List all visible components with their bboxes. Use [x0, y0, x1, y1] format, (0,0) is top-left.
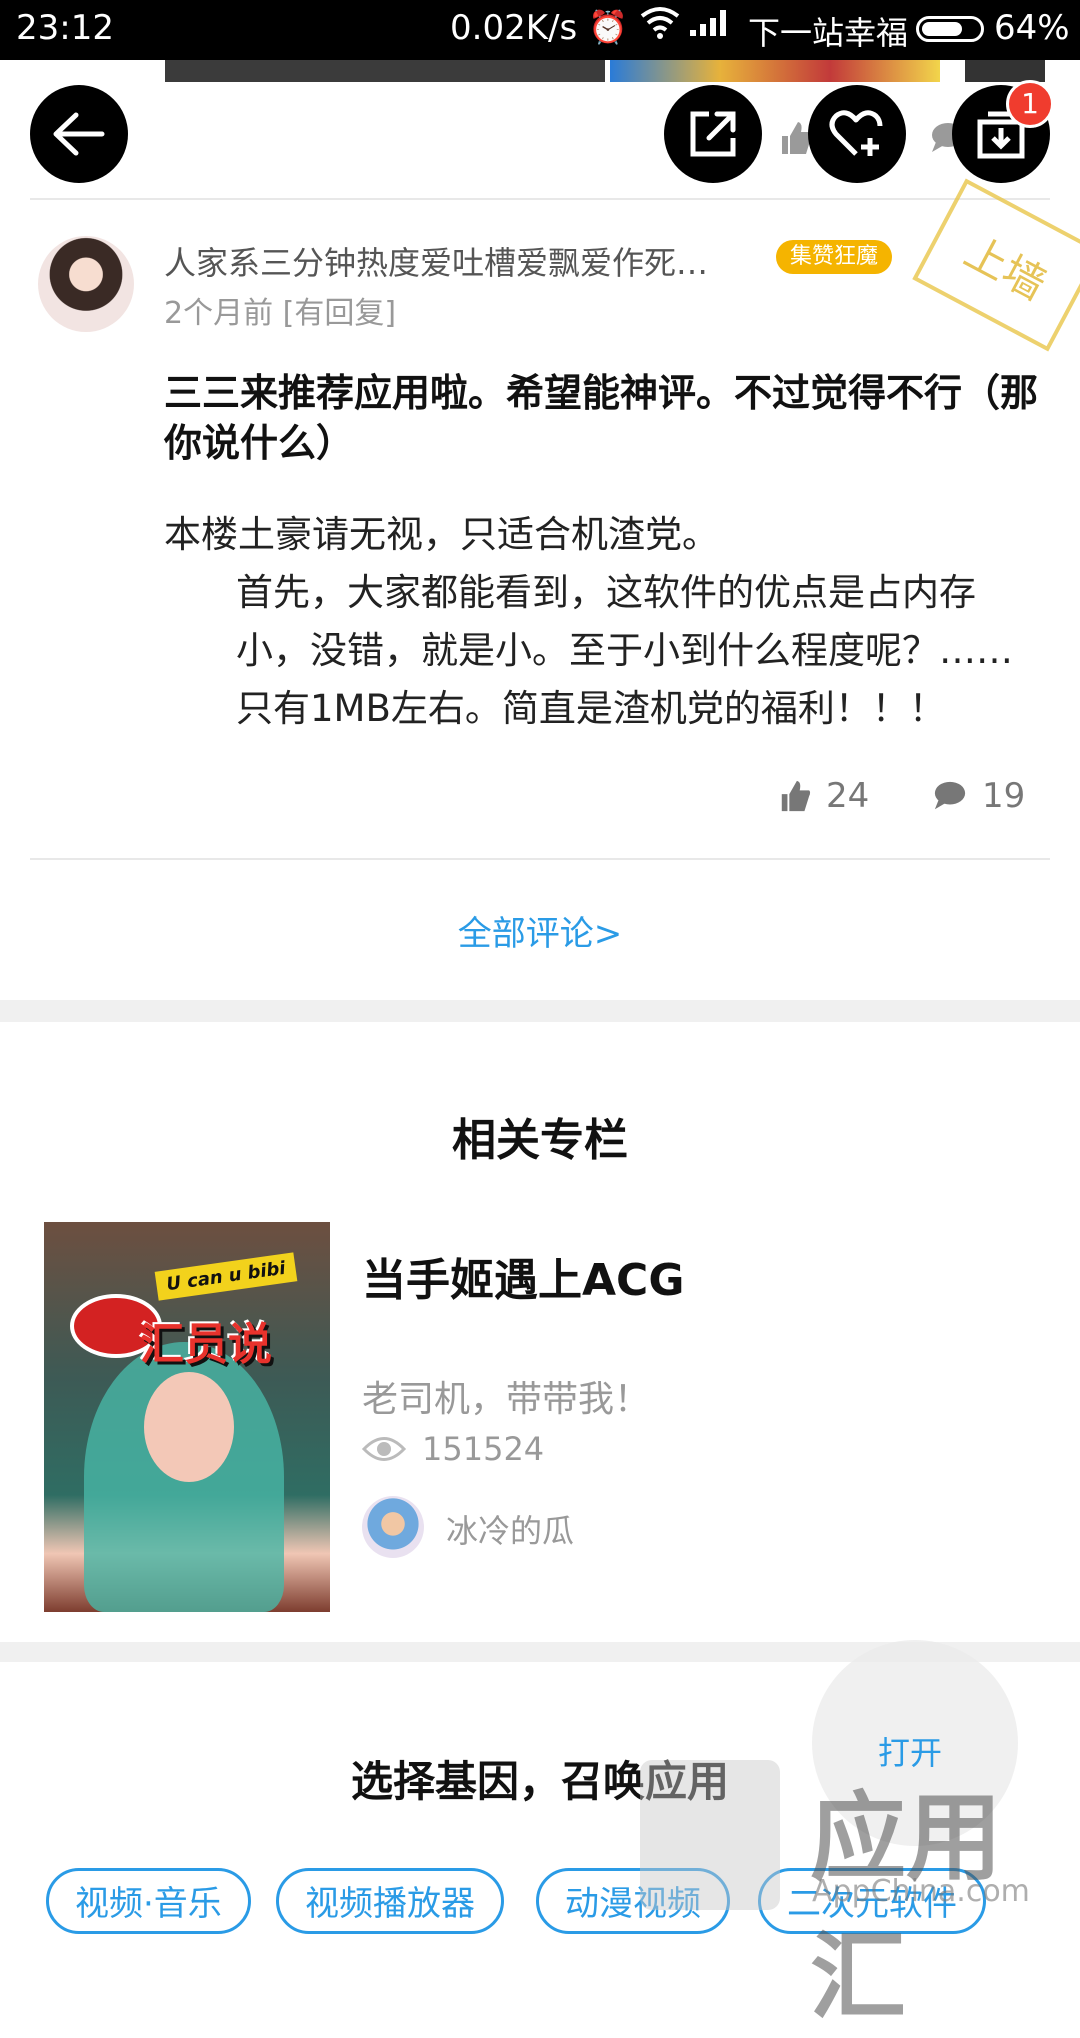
banner-image-right — [965, 60, 1045, 82]
cover-tag: U can u bibi — [154, 1252, 298, 1301]
column-title[interactable]: 当手姬遇上ACG — [362, 1244, 684, 1308]
eye-icon — [362, 1437, 406, 1461]
carrier-name: 下一站幸福 — [748, 14, 909, 52]
banner-image-left — [165, 60, 605, 82]
review-body: 本楼土豪请无视，只适合机渣党。 首先，大家都能看到，这软件的优点是占内存小，没错… — [164, 506, 1044, 738]
heart-plus-icon — [829, 110, 883, 156]
comment-icon — [934, 781, 966, 810]
wifi-icon — [640, 6, 680, 48]
download-count-badge: 1 — [1006, 80, 1054, 128]
section-separator — [0, 1000, 1080, 1022]
category-tag[interactable]: 视频·音乐 — [46, 1868, 251, 1934]
battery-icon — [916, 16, 984, 42]
author-name[interactable]: 冰冷的瓜 — [446, 1506, 574, 1552]
reviewer-name[interactable]: 人家系三分钟热度爱吐槽爱飘爱作死… — [164, 238, 774, 284]
comment-count: 19 — [982, 776, 1026, 816]
status-bar: 23:12 0.02K/s ⏰ 下一站幸福 64% — [0, 0, 1080, 60]
watermark-bag-icon — [640, 1760, 780, 1910]
watermark-url: AppChina.com — [812, 1874, 1030, 1909]
status-time: 23:12 — [16, 8, 114, 48]
divider — [30, 198, 1050, 200]
back-button[interactable] — [30, 85, 128, 183]
battery-percent: 64% — [994, 8, 1070, 48]
all-comments-link[interactable]: 全部评论> — [0, 906, 1080, 955]
thumb-up-icon — [781, 780, 811, 812]
related-column-heading: 相关专栏 — [452, 1115, 628, 1166]
category-tag[interactable]: 视频播放器 — [276, 1868, 504, 1934]
column-description: 老司机，带带我！ — [362, 1379, 651, 1420]
banner-image-middle — [610, 60, 940, 82]
favorite-button[interactable] — [808, 85, 906, 183]
author-avatar[interactable] — [362, 1496, 424, 1558]
review-meta: 2个月前 [有回复] — [164, 296, 397, 331]
cover-logo-text: 汇员说 — [140, 1319, 272, 1370]
review-title: 三三来推荐应用啦。希望能神评。不过觉得不行（那你说什么） — [164, 371, 1039, 465]
network-speed: 0.02K/s — [450, 8, 578, 48]
review-body-line: 本楼土豪请无视，只适合机渣党。 — [164, 513, 719, 556]
arrow-left-icon — [53, 112, 105, 156]
review-body-line: 首先，大家都能看到，这软件的优点是占内存小，没错，就是小。至于小到什么程度呢？…… — [236, 571, 1013, 730]
share-button[interactable] — [664, 85, 762, 183]
reviewer-avatar[interactable] — [38, 236, 134, 332]
like-button[interactable]: 24 — [778, 776, 869, 816]
column-cover-image[interactable]: U can u bibi 汇员说 — [44, 1222, 330, 1612]
alarm-icon: ⏰ — [588, 8, 628, 46]
column-views: 151524 — [362, 1430, 544, 1468]
signal-icon — [688, 8, 732, 46]
like-count: 24 — [826, 776, 870, 816]
share-icon — [690, 111, 736, 157]
level-badge: 集赞狂魔 — [776, 240, 893, 274]
divider — [30, 858, 1050, 860]
views-count: 151524 — [422, 1430, 545, 1468]
featured-stamp: 上墙 — [912, 178, 1080, 352]
comment-button[interactable]: 19 — [932, 776, 1025, 816]
